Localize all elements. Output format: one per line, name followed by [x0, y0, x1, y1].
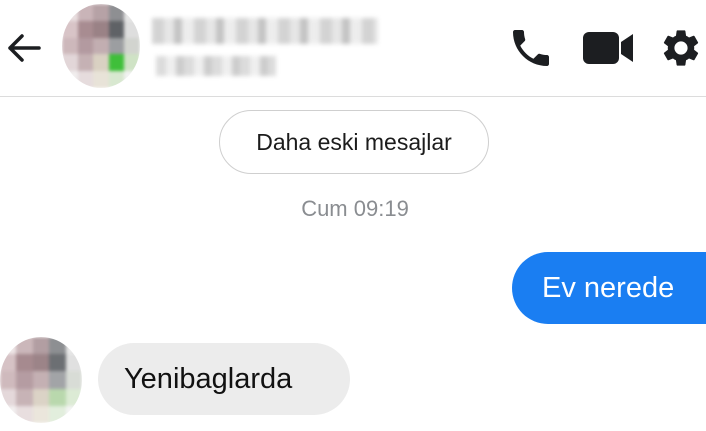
- video-call-button[interactable]: [580, 24, 636, 72]
- settings-button[interactable]: [656, 24, 706, 72]
- phone-icon: [513, 30, 549, 66]
- gear-icon: [663, 30, 699, 66]
- back-button[interactable]: [2, 28, 46, 68]
- sender-avatar[interactable]: [0, 337, 82, 423]
- arrow-left-icon: [8, 34, 41, 62]
- chat-header: [0, 0, 706, 97]
- outgoing-message-bubble[interactable]: Ev nerede: [512, 252, 706, 324]
- contact-name-blurred[interactable]: [152, 12, 382, 82]
- voice-call-button[interactable]: [504, 24, 558, 72]
- video-camera-icon: [583, 32, 633, 64]
- contact-avatar[interactable]: [62, 4, 140, 88]
- incoming-message-bubble[interactable]: Yenibaglarda: [98, 343, 350, 415]
- older-messages-button[interactable]: Daha eski mesajlar: [219, 110, 489, 174]
- message-timestamp: Cum 09:19: [301, 196, 409, 221]
